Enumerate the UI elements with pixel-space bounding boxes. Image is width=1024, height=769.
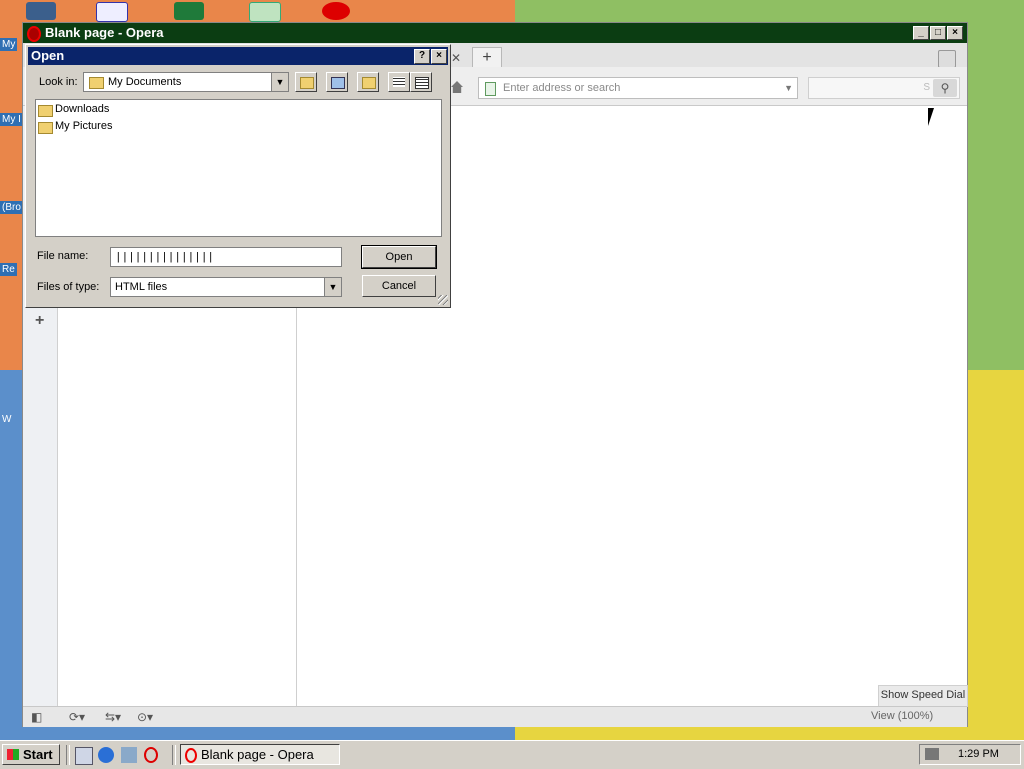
- taskbar-item-opera[interactable]: Blank page - Opera: [180, 744, 340, 765]
- taskbar: Start Blank page - Opera 1:29 PM: [0, 740, 1024, 769]
- desktop-opera-icon[interactable]: [322, 2, 350, 20]
- file-name: My Pictures: [55, 120, 113, 132]
- mouse-pointer-icon: [928, 108, 934, 126]
- open-dialog: Open ? × Look in: My Documents ▼ Downloa…: [25, 44, 451, 308]
- desktop-label-2[interactable]: My I: [0, 113, 23, 126]
- resize-grip-icon[interactable]: [438, 295, 448, 305]
- status-bar: ◧ ⟳▾ ⇆▾ ⊙▾ View (100%): [23, 706, 967, 727]
- list-view-icon: [393, 77, 405, 87]
- up-one-level-button[interactable]: [295, 72, 317, 92]
- file-type-value: HTML files: [115, 281, 168, 293]
- desktop-label-1[interactable]: My: [0, 38, 18, 51]
- file-name-label: File name:: [37, 250, 89, 262]
- search-field[interactable]: S ⚲: [808, 77, 960, 99]
- zoom-control[interactable]: View (100%): [871, 710, 933, 722]
- close-tab-icon[interactable]: ✕: [451, 51, 461, 65]
- start-button[interactable]: Start: [2, 744, 60, 765]
- details-view-button[interactable]: [410, 72, 432, 92]
- address-bar[interactable]: Enter address or search ▼: [478, 77, 798, 99]
- desktop-icon: [331, 77, 345, 89]
- dialog-title-bar[interactable]: Open ? ×: [28, 47, 448, 65]
- internet-explorer-icon[interactable]: [98, 747, 114, 763]
- file-type-dropdown[interactable]: HTML files ▼: [110, 277, 342, 297]
- file-list[interactable]: Downloads My Pictures: [35, 99, 442, 237]
- open-button[interactable]: Open: [361, 245, 437, 269]
- desktop-label-3[interactable]: (Bro: [0, 201, 23, 214]
- desktop-label-5[interactable]: W: [0, 413, 13, 426]
- windows-logo-icon: [7, 749, 19, 760]
- folder-icon: [89, 77, 104, 89]
- new-folder-button[interactable]: [357, 72, 379, 92]
- desktop-button[interactable]: [326, 72, 348, 92]
- minimize-button[interactable]: _: [913, 26, 929, 40]
- folder-up-icon: [300, 77, 314, 89]
- dialog-title: Open: [31, 48, 65, 63]
- file-name: Downloads: [55, 103, 110, 115]
- taskbar-item-label: Blank page - Opera: [201, 747, 314, 762]
- share-icon[interactable]: ⇆▾: [105, 710, 121, 724]
- file-name-field[interactable]: [110, 247, 342, 267]
- maximize-button[interactable]: □: [930, 26, 946, 40]
- sync-icon[interactable]: ⟳▾: [69, 710, 85, 724]
- show-speed-dial-button[interactable]: Show Speed Dial: [878, 685, 968, 707]
- chevron-down-icon[interactable]: ▼: [271, 73, 288, 91]
- opera-quicklaunch-icon[interactable]: [144, 747, 158, 763]
- opera-logo-icon: [27, 26, 41, 42]
- desktop-excel-icon[interactable]: [174, 2, 204, 20]
- file-type-label: Files of type:: [37, 281, 100, 293]
- system-tray: 1:29 PM: [919, 744, 1021, 765]
- folder-icon: [38, 122, 53, 134]
- opera-title-bar[interactable]: Blank page - Opera _ □ ×: [23, 23, 967, 43]
- dialog-close-button[interactable]: ×: [431, 49, 447, 64]
- look-in-dropdown[interactable]: My Documents ▼: [83, 72, 289, 92]
- separator: [66, 745, 70, 765]
- opera-icon: [185, 748, 197, 763]
- desktop-label-4[interactable]: Re: [0, 263, 17, 276]
- look-in-label: Look in:: [39, 76, 78, 88]
- opera-window-title: Blank page - Opera: [45, 25, 164, 40]
- list-view-button[interactable]: [388, 72, 410, 92]
- desktop-clock-icon[interactable]: [249, 2, 281, 22]
- show-desktop-icon[interactable]: [75, 747, 93, 765]
- look-in-value: My Documents: [108, 76, 182, 88]
- chevron-down-icon[interactable]: ▼: [324, 278, 341, 296]
- chevron-down-icon[interactable]: ▼: [784, 83, 793, 93]
- trash-icon[interactable]: [938, 50, 956, 68]
- clock[interactable]: 1:29 PM: [958, 748, 999, 760]
- turbo-icon[interactable]: ⊙▾: [137, 710, 153, 724]
- desktop-mail-icon[interactable]: [96, 2, 128, 22]
- search-engine-letter: S: [923, 82, 930, 93]
- panel-toggle-icon[interactable]: ◧: [31, 710, 42, 724]
- network-icon[interactable]: [121, 747, 137, 763]
- address-placeholder: Enter address or search: [503, 82, 621, 94]
- search-icon[interactable]: ⚲: [933, 79, 957, 97]
- tray-app-icon[interactable]: [925, 748, 939, 760]
- page-icon: [485, 82, 496, 96]
- details-view-icon: [415, 77, 429, 89]
- start-label: Start: [23, 747, 53, 762]
- cancel-button[interactable]: Cancel: [362, 275, 436, 297]
- file-name-input[interactable]: [113, 249, 342, 267]
- folder-icon: [38, 105, 53, 117]
- separator: [172, 745, 176, 765]
- desktop-monitor-icon[interactable]: [26, 2, 56, 20]
- new-folder-icon: [362, 77, 376, 89]
- add-panel-icon[interactable]: +: [35, 312, 44, 330]
- close-window-button[interactable]: ×: [947, 26, 963, 40]
- help-button[interactable]: ?: [414, 49, 430, 64]
